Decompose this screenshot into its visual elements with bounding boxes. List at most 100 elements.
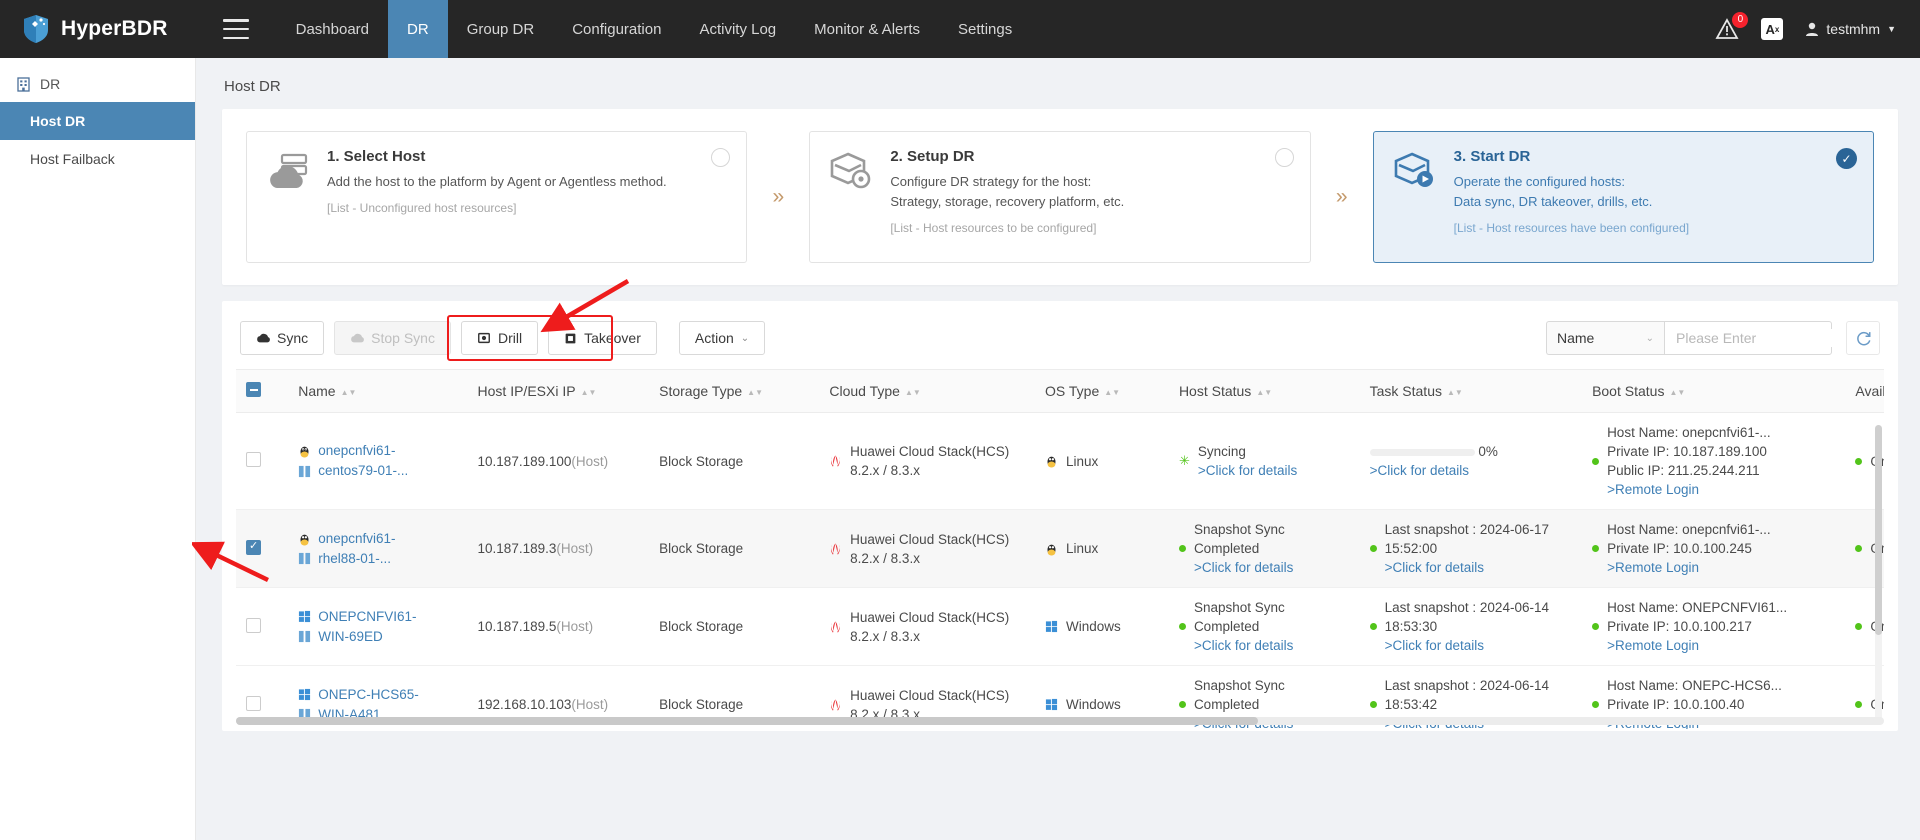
step-radio-select-host[interactable] xyxy=(711,148,731,167)
cell-storage-type: Block Storage xyxy=(649,587,820,666)
host-name-link-2[interactable]: WIN-69ED xyxy=(318,627,383,647)
takeover-icon xyxy=(565,333,576,343)
cell-boot-status: Host Name: ONEPCNFVI61... Private IP: 10.… xyxy=(1582,587,1846,666)
action-label: Action xyxy=(694,330,734,346)
takeover-label: Takeover xyxy=(584,330,641,346)
row-checkbox[interactable] xyxy=(246,539,261,555)
status-dot xyxy=(1178,545,1186,552)
col-boot-status[interactable]: Boot Status ▲▼ xyxy=(1582,369,1846,413)
task-status-details-link[interactable]: >Click for details xyxy=(1385,558,1572,577)
nav-item-dr[interactable]: DR xyxy=(388,0,448,58)
step-desc: Add the host to the platform by Agent or… xyxy=(327,174,667,189)
action-dropdown-button[interactable]: Action ⌄ xyxy=(678,321,766,355)
status-dot xyxy=(1592,457,1600,465)
step-card-setup-dr[interactable]: 2. Setup DR Configure DR strategy for th… xyxy=(809,131,1311,263)
cell-host-ip: 10.187.189.3(Host) xyxy=(467,509,650,588)
cell-storage-type: Block Storage xyxy=(649,509,820,588)
huawei-icon xyxy=(831,698,841,711)
host-name-link[interactable]: onepcnfvi61- xyxy=(318,529,395,549)
scrollbar-thumb[interactable] xyxy=(236,717,1258,725)
search-field-select[interactable]: Name ⌄ xyxy=(1546,321,1664,355)
col-cloud-type[interactable]: Cloud Type ▲▼ xyxy=(819,369,1036,413)
takeover-button[interactable]: Takeover xyxy=(548,321,657,355)
stop-sync-button[interactable]: Stop Sync xyxy=(334,321,451,355)
sort-icon: ▲▼ xyxy=(1104,387,1121,397)
cell-cloud-type: Huawei Cloud Stack(HCS) 8.2.x / 8.3.x xyxy=(819,587,1036,666)
progress-bar xyxy=(1369,448,1475,456)
table-row[interactable]: onepcnfvi61- centos79-01-... 10.187.189.… xyxy=(236,412,1884,510)
language-switch-icon[interactable]: Ax xyxy=(1761,18,1784,40)
cell-host-ip: 10.187.189.5(Host) xyxy=(467,587,650,666)
search-input-wrap xyxy=(1664,321,1859,355)
step-radio-setup-dr[interactable] xyxy=(1274,148,1294,167)
table-horizontal-scrollbar[interactable] xyxy=(236,717,1884,725)
windows-icon xyxy=(299,610,311,623)
host-name-link[interactable]: ONEPC-HCS65- xyxy=(318,685,419,705)
remote-login-link[interactable]: >Remote Login xyxy=(1607,480,1771,499)
status-dot xyxy=(1178,701,1186,708)
select-all-checkbox[interactable] xyxy=(246,382,261,397)
status-dot xyxy=(1178,623,1186,630)
server-icon xyxy=(299,465,311,477)
nav-item-group-dr[interactable]: Group DR xyxy=(448,0,554,58)
table-vertical-scrollbar[interactable] xyxy=(1875,425,1882,725)
windows-icon xyxy=(299,688,311,701)
remote-login-link[interactable]: >Remote Login xyxy=(1607,636,1787,655)
col-task-status[interactable]: Task Status ▲▼ xyxy=(1359,369,1583,413)
host-table: Name ▲▼ Host IP/ESXi IP ▲▼ Storage Type ▲▼ … xyxy=(236,369,1884,729)
col-host-status[interactable]: Host Status ▲▼ xyxy=(1168,369,1360,413)
host-name-link-2[interactable]: rhel88-01-... xyxy=(318,549,391,569)
sidebar-item-host-dr[interactable]: Host DR xyxy=(0,102,195,140)
host-status-details-link[interactable]: >Click for details xyxy=(1194,636,1350,655)
nav-item-activity-log[interactable]: Activity Log xyxy=(680,0,795,58)
user-menu[interactable]: testmhm ▼ xyxy=(1805,21,1896,37)
nav-item-monitor-alerts[interactable]: Monitor & Alerts xyxy=(795,0,939,58)
task-status-details-link[interactable]: >Click for details xyxy=(1370,461,1572,480)
step-card-start-dr[interactable]: 3. Start DR Operate the configured hosts… xyxy=(1372,131,1874,263)
drill-label: Drill xyxy=(497,330,523,346)
refresh-button[interactable] xyxy=(1846,321,1880,355)
table-row[interactable]: ONEPCNFVI61- WIN-69ED 10.187.189.5(Host)… xyxy=(236,587,1884,666)
nav-item-configuration[interactable]: Configuration xyxy=(553,0,680,58)
table-row[interactable]: onepcnfvi61- rhel88-01-... 10.187.189.3(… xyxy=(236,509,1884,588)
step-title: 3. Start DR xyxy=(1453,148,1531,165)
alert-bell[interactable]: 0 xyxy=(1715,12,1749,41)
host-table-panel: Sync Stop Sync Drill Takeover Action ⌄ N… xyxy=(222,301,1898,731)
brand: HyperBDR xyxy=(22,14,168,44)
search-input[interactable] xyxy=(1674,329,1859,347)
scrollbar-thumb[interactable] xyxy=(1875,425,1882,635)
col-os-type[interactable]: OS Type ▲▼ xyxy=(1035,369,1169,413)
host-name-link-2[interactable]: centos79-01-... xyxy=(318,461,408,481)
host-name-link[interactable]: ONEPCNFVI61- xyxy=(318,607,416,627)
col-name[interactable]: Name ▲▼ xyxy=(288,369,468,413)
nav-item-dashboard[interactable]: Dashboard xyxy=(277,0,388,58)
step-separator-2: » xyxy=(1335,185,1348,208)
step-note: [List - Unconfigured host resources] xyxy=(327,201,517,215)
nav-item-settings[interactable]: Settings xyxy=(939,0,1031,58)
linux-icon xyxy=(300,446,309,458)
col-storage-type[interactable]: Storage Type ▲▼ xyxy=(649,369,820,413)
step-card-select-host[interactable]: 1. Select Host Add the host to the platf… xyxy=(246,131,748,263)
sidebar-item-host-failback[interactable]: Host Failback xyxy=(0,140,195,178)
sync-button[interactable]: Sync xyxy=(240,321,325,355)
cell-os-type: Windows xyxy=(1035,587,1169,666)
alert-count-badge: 0 xyxy=(1732,12,1749,28)
step-separator-1: » xyxy=(772,185,785,208)
host-status-details-link[interactable]: >Click for details xyxy=(1194,558,1350,577)
hamburger-icon[interactable] xyxy=(222,19,249,39)
hyperbdr-logo-icon xyxy=(24,15,48,43)
row-checkbox[interactable] xyxy=(246,617,261,633)
refresh-icon xyxy=(1856,331,1870,345)
host-name-link[interactable]: onepcnfvi61- xyxy=(318,441,395,461)
row-checkbox[interactable] xyxy=(246,452,261,467)
drill-button[interactable]: Drill xyxy=(460,321,539,355)
row-checkbox[interactable] xyxy=(246,695,261,711)
remote-login-link[interactable]: >Remote Login xyxy=(1607,558,1771,577)
col-availability[interactable]: Availability▲▼ xyxy=(1845,369,1884,413)
brand-name: HyperBDR xyxy=(61,17,168,40)
sidebar: DR Host DR Host Failback xyxy=(0,58,196,840)
host-status-details-link[interactable]: >Click for details xyxy=(1198,461,1297,480)
sidebar-group-dr: DR xyxy=(0,68,195,102)
col-host-ip[interactable]: Host IP/ESXi IP ▲▼ xyxy=(467,369,650,413)
task-status-details-link[interactable]: >Click for details xyxy=(1385,636,1572,655)
